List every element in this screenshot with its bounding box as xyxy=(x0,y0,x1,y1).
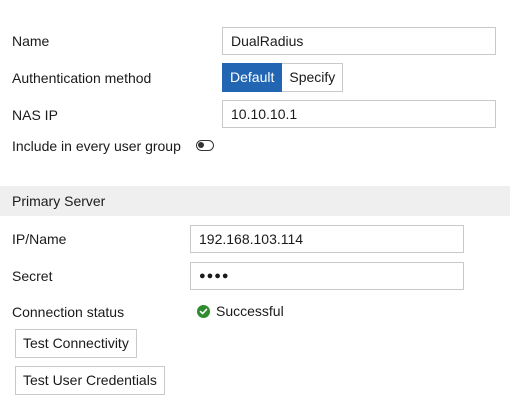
connection-status-label: Connection status xyxy=(12,304,125,320)
nas-ip-label: NAS IP xyxy=(12,107,58,123)
status-value: Successful xyxy=(216,303,284,319)
nas-ip-input[interactable]: 10.10.10.1 xyxy=(222,100,496,128)
auth-specify-button[interactable]: Specify xyxy=(282,63,344,92)
ip-name-input[interactable]: 192.168.103.114 xyxy=(190,225,464,253)
toggle-knob xyxy=(198,142,204,148)
ip-name-label: IP/Name xyxy=(12,231,67,247)
name-label: Name xyxy=(12,33,50,49)
name-input[interactable]: DualRadius xyxy=(222,27,496,55)
include-group-toggle[interactable] xyxy=(196,140,214,151)
check-circle-icon xyxy=(197,304,210,318)
test-connectivity-button[interactable]: Test Connectivity xyxy=(15,329,137,358)
test-user-credentials-button[interactable]: Test User Credentials xyxy=(15,366,165,395)
connection-status: Successful xyxy=(197,302,284,320)
auth-method-label: Authentication method xyxy=(12,70,152,86)
primary-server-header: Primary Server xyxy=(0,186,510,216)
secret-label: Secret xyxy=(12,268,53,284)
secret-input[interactable]: ●●●● xyxy=(190,262,464,290)
auth-method-toggle: Default Specify xyxy=(222,63,344,92)
auth-default-button[interactable]: Default xyxy=(222,63,283,92)
include-group-label: Include in every user group xyxy=(12,138,181,154)
section-title: Primary Server xyxy=(12,193,106,209)
